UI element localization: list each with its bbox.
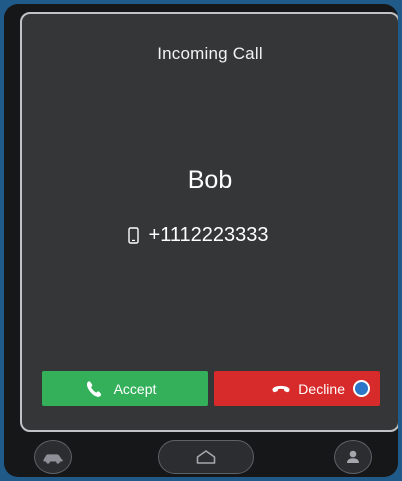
home-button[interactable] — [158, 440, 254, 474]
decline-button[interactable]: Decline — [214, 371, 380, 406]
decline-label: Decline — [298, 380, 345, 397]
caller-name: Bob — [187, 166, 233, 194]
phone-hangup-icon — [270, 379, 290, 399]
phone-screen: Incoming Call Bob +1112223333 Accept Dec… — [4, 4, 398, 477]
home-icon — [194, 448, 218, 466]
car-button[interactable] — [34, 440, 72, 474]
caller-number-row: +1112223333 — [22, 224, 398, 247]
bottom-navbar — [4, 429, 398, 477]
car-icon — [41, 448, 65, 466]
accept-label: Accept — [113, 380, 157, 397]
selection-indicator — [353, 380, 370, 397]
accept-button[interactable]: Accept — [42, 371, 208, 406]
profile-button[interactable] — [334, 440, 372, 474]
incoming-call-dialog: Incoming Call Bob +1112223333 Accept Dec… — [20, 12, 398, 432]
user-icon — [341, 448, 365, 466]
caller-number: +1112223333 — [148, 224, 269, 246]
phone-icon — [84, 379, 104, 399]
mobile-phone-icon — [127, 227, 139, 244]
dialog-title: Incoming Call — [157, 44, 263, 63]
